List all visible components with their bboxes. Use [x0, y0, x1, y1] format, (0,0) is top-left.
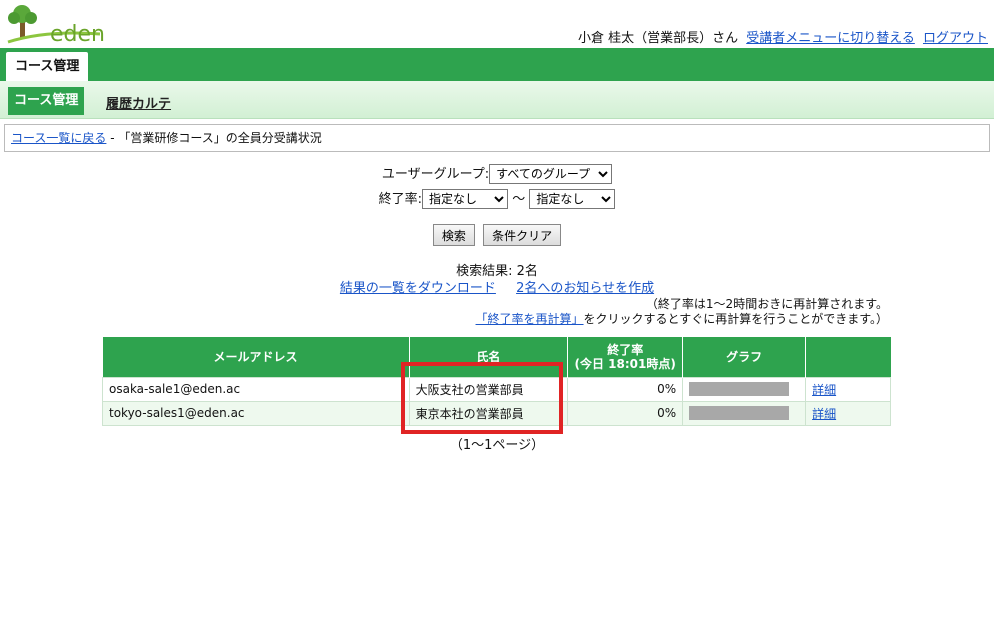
sub-nav: コース管理 履歴カルテ [0, 81, 994, 119]
header-graph: グラフ [682, 337, 807, 377]
name-column-highlight [401, 362, 563, 434]
switch-to-learner-link[interactable]: 受講者メニューに切り替える [746, 31, 915, 46]
row-graph [682, 376, 807, 402]
download-results-link[interactable]: 結果の一覧をダウンロード [340, 281, 496, 296]
filter-form: ユーザーグループ: すべてのグループ 終了率: 指定なし 〜 指定なし [0, 164, 994, 214]
filter-buttons: 検索 条件クリア [0, 224, 994, 246]
group-filter-label: ユーザーグループ: [381, 167, 490, 182]
main-tab-bar: コース管理 [0, 48, 994, 81]
user-name: 小倉 桂太（営業部長）さん [577, 31, 739, 46]
row-detail: 詳細 [805, 376, 891, 402]
tab-course-management[interactable]: コース管理 [6, 52, 89, 81]
progress-bar [689, 382, 790, 396]
recalculate-rate-link[interactable]: 「終了率を再計算」 [476, 312, 584, 326]
header: eden 小倉 桂太（営業部長）さん 受講者メニューに切り替える ログアウト [0, 0, 994, 48]
row-email: tokyo-sales1@eden.ac [102, 400, 410, 426]
detail-link[interactable]: 詳細 [812, 383, 836, 397]
search-button[interactable]: 検索 [432, 224, 475, 246]
recalc-note-line1: （終了率は1〜2時間おきに再計算されます。 [645, 297, 888, 311]
header-rate: 終了率 (今日 18:01時点) [567, 337, 684, 377]
logout-link[interactable]: ログアウト [923, 31, 988, 46]
header-email: メールアドレス [102, 337, 410, 377]
logo-text: eden [50, 22, 105, 47]
back-to-course-list-link[interactable]: コース一覧に戻る [11, 131, 106, 145]
search-result: 検索結果: 2名 結果の一覧をダウンロード 2名へのお知らせを作成 [0, 260, 994, 296]
group-select[interactable]: すべてのグループ [489, 164, 613, 184]
user-bar: 小倉 桂太（営業部長）さん 受講者メニューに切り替える ログアウト [578, 27, 988, 46]
row-rate: 0% [567, 376, 684, 402]
subnav-course-management[interactable]: コース管理 [8, 87, 85, 115]
create-notice-link[interactable]: 2名へのお知らせを作成 [516, 281, 654, 296]
rate-to-select[interactable]: 指定なし [529, 189, 616, 209]
recalc-note-line2: をクリックするとすぐに再計算を行うことができます。） [583, 312, 888, 326]
clear-conditions-button[interactable]: 条件クリア [483, 224, 562, 246]
row-graph [682, 400, 807, 426]
row-detail: 詳細 [805, 400, 891, 426]
subnav-history-karte[interactable]: 履歴カルテ [106, 93, 171, 112]
rate-from-select[interactable]: 指定なし [422, 189, 509, 209]
header-detail [805, 337, 891, 377]
result-count: 検索結果: 2名 [456, 264, 538, 279]
eden-logo[interactable]: eden [6, 4, 105, 47]
result-links: 結果の一覧をダウンロード 2名へのお知らせを作成 [0, 277, 994, 296]
row-rate: 0% [567, 400, 684, 426]
breadcrumb-current: - 「営業研修コース」の全員分受講状況 [106, 131, 322, 145]
recalc-note: （終了率は1〜2時間おきに再計算されます。 「終了率を再計算」をクリックするとす… [476, 297, 888, 327]
row-email: osaka-sale1@eden.ac [102, 376, 410, 402]
progress-bar [689, 406, 790, 420]
breadcrumb: コース一覧に戻る - 「営業研修コース」の全員分受講状況 [4, 124, 990, 152]
detail-link[interactable]: 詳細 [812, 407, 836, 421]
tilde-separator: 〜 [512, 192, 526, 207]
pager: （1〜1ページ） [449, 438, 545, 453]
rate-filter-label: 終了率: [378, 192, 423, 207]
